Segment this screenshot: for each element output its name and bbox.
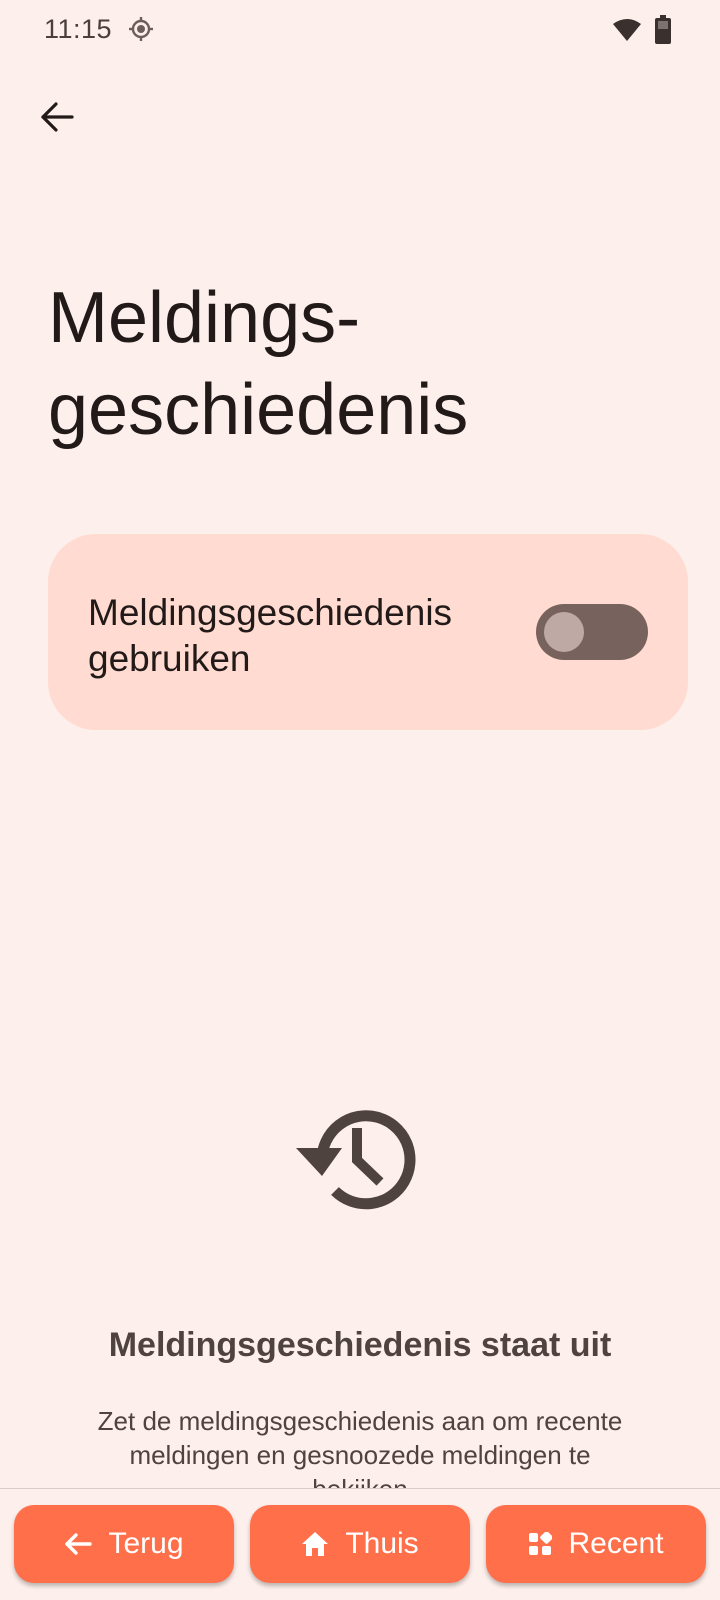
nav-home-label: Thuis bbox=[345, 1527, 419, 1560]
home-icon bbox=[302, 1532, 329, 1556]
back-button[interactable] bbox=[28, 88, 86, 146]
page-title-line1: Meldings- bbox=[48, 278, 361, 358]
history-icon bbox=[296, 1110, 416, 1210]
nav-recent-button[interactable]: Recent bbox=[486, 1505, 706, 1583]
wifi-icon bbox=[613, 19, 641, 41]
toggle-switch[interactable] bbox=[536, 604, 648, 660]
bottom-navigation: Terug Thuis Recent bbox=[0, 1488, 720, 1600]
screen: 11:15 Meldings- geschiedenis Meldingsges… bbox=[0, 0, 720, 1600]
location-icon bbox=[129, 17, 153, 41]
nav-recent-label: Recent bbox=[568, 1527, 664, 1560]
toggle-label: Meldingsgeschiedenis gebruiken bbox=[88, 590, 508, 682]
page-title-line2: geschiedenis bbox=[48, 370, 469, 450]
nav-home-button[interactable]: Thuis bbox=[250, 1505, 470, 1583]
toggle-label-line1: Meldingsgeschiedenis bbox=[88, 592, 453, 633]
page-title: Meldings- geschiedenis bbox=[48, 272, 668, 456]
notification-history-toggle-card[interactable]: Meldingsgeschiedenis gebruiken bbox=[48, 534, 688, 730]
battery-icon bbox=[655, 15, 671, 44]
status-time: 11:15 bbox=[44, 14, 113, 44]
recent-apps-icon bbox=[529, 1532, 553, 1555]
toggle-switch-thumb bbox=[544, 612, 584, 652]
arrow-left-icon bbox=[41, 102, 74, 132]
toggle-label-line2: gebruiken bbox=[88, 638, 251, 679]
nav-back-label: Terug bbox=[108, 1527, 184, 1560]
empty-state-title: Meldingsgeschiedenis staat uit bbox=[108, 1326, 612, 1364]
nav-back-button[interactable]: Terug bbox=[14, 1505, 234, 1583]
arrow-left-icon bbox=[65, 1533, 93, 1555]
status-bar: 11:15 bbox=[0, 0, 720, 64]
